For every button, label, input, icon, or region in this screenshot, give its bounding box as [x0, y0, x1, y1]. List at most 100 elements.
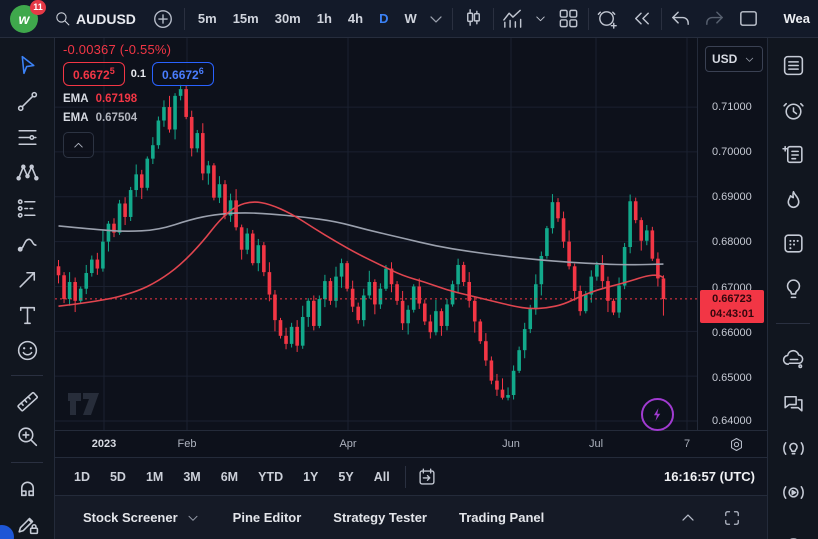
notes-panel-button[interactable]	[779, 142, 807, 167]
chart-settings-button[interactable]	[723, 432, 749, 456]
ema-indicator-row[interactable]: EMA 0.67504	[63, 112, 214, 124]
compare-add-button[interactable]	[148, 4, 178, 34]
price-axis[interactable]: USD 0.66723 04:43:01 0.710000.700000.690…	[697, 38, 767, 430]
timeframe-4h[interactable]: 4h	[341, 7, 370, 30]
indicators-icon	[501, 7, 524, 30]
ask-price: 0.6672	[162, 68, 199, 82]
trend-line-tool[interactable]	[10, 86, 44, 118]
drawing-toolbar	[0, 38, 55, 539]
layout-templates-button[interactable]	[554, 4, 584, 34]
range-3m[interactable]: 3M	[174, 466, 209, 488]
indicators-button[interactable]	[498, 4, 528, 34]
watchlist-panel-button[interactable]	[779, 53, 807, 78]
timeframe-dropdown[interactable]	[426, 4, 446, 34]
calendar-panel-button[interactable]	[779, 231, 807, 256]
price-tick: 0.66000	[712, 327, 752, 339]
bottom-tab-trading-panel[interactable]: Trading Panel	[447, 504, 556, 531]
notification-badge: 11	[30, 0, 46, 15]
streams-panel-button[interactable]	[779, 480, 807, 505]
chart-pane[interactable]: -0.00367 (-0.55%) 0.66725 0.1 0.66726 EM…	[55, 38, 697, 430]
panel-expand-button[interactable]	[673, 503, 703, 533]
bottom-tab-pine-editor[interactable]: Pine Editor	[221, 504, 314, 531]
range-1m[interactable]: 1M	[137, 466, 172, 488]
ema-indicator-row[interactable]: EMA0.67198	[63, 93, 214, 105]
text-icon	[15, 303, 40, 328]
fib-retracement-tool[interactable]	[10, 121, 44, 153]
crosshair-tool[interactable]	[10, 50, 44, 82]
range-1d[interactable]: 1D	[65, 466, 99, 488]
lightning-icon	[648, 405, 667, 424]
minds-panel-button[interactable]	[779, 347, 807, 372]
broadcast-icon	[781, 436, 806, 461]
ask-price-sup: 6	[199, 66, 204, 76]
ema-value: 0.67198	[96, 93, 138, 105]
public-ideas-button[interactable]	[779, 436, 807, 461]
bottom-tab-strategy-tester[interactable]: Strategy Tester	[321, 504, 439, 531]
trend-icon	[15, 89, 40, 114]
timeframe-w[interactable]: W	[397, 7, 423, 30]
buy-ask-button[interactable]: 0.66726	[152, 62, 214, 86]
range-6m[interactable]: 6M	[212, 466, 247, 488]
timeframe-1h[interactable]: 1h	[310, 7, 339, 30]
currency-dropdown[interactable]: USD	[705, 46, 763, 72]
emoji-tool[interactable]	[10, 335, 44, 367]
zoom-in-tool[interactable]	[10, 421, 44, 453]
hotlists-panel-button[interactable]	[779, 187, 807, 212]
fullscreen-button[interactable]	[734, 4, 764, 34]
undo-button[interactable]	[666, 4, 696, 34]
go-to-date-button[interactable]	[412, 463, 442, 491]
range-1y[interactable]: 1Y	[294, 466, 327, 488]
measure-tool[interactable]	[10, 385, 44, 417]
alerts-panel-button[interactable]	[779, 98, 807, 123]
timeframe-5m[interactable]: 5m	[191, 7, 224, 30]
gear-icon	[728, 436, 745, 453]
lock-drawings-tool[interactable]	[10, 507, 44, 539]
bottom-tab-stock-screener[interactable]: Stock Screener	[71, 504, 213, 532]
separator	[11, 375, 43, 376]
price-tick: 0.71000	[712, 101, 752, 113]
range-5y[interactable]: 5Y	[329, 466, 362, 488]
range-all[interactable]: All	[365, 466, 399, 488]
brush-tool[interactable]	[10, 228, 44, 260]
create-alert-button[interactable]	[593, 4, 623, 34]
broker-logo[interactable]: w 11	[8, 3, 42, 35]
time-axis[interactable]: 2023FebAprJunJul7	[55, 430, 767, 457]
range-ytd[interactable]: YTD	[249, 466, 292, 488]
redo-icon	[703, 7, 726, 30]
arrow-tool[interactable]	[10, 264, 44, 296]
range-buttons: 1D5D1M3M6MYTD1Y5YAll	[65, 466, 399, 488]
instant-order-lightning-button[interactable]	[641, 398, 674, 431]
separator	[588, 8, 589, 30]
search-icon	[54, 10, 71, 27]
timeframe-d[interactable]: D	[372, 7, 395, 30]
xabcd-pattern-tool[interactable]	[10, 157, 44, 189]
redo-button[interactable]	[700, 4, 730, 34]
separator	[493, 8, 494, 30]
bulb-icon	[781, 276, 806, 301]
panel-maximize-button[interactable]	[717, 503, 747, 533]
ideas-panel-button[interactable]	[779, 276, 807, 301]
bar-replay-button[interactable]	[627, 4, 657, 34]
chevron-down-icon	[743, 53, 756, 66]
brush-icon	[15, 231, 40, 256]
legend-collapse-button[interactable]	[63, 132, 94, 158]
timeframe-30m[interactable]: 30m	[268, 7, 308, 30]
chat-panel-button[interactable]	[779, 391, 807, 416]
sell-bid-button[interactable]: 0.66725	[63, 62, 125, 86]
chart-type-button[interactable]	[459, 4, 489, 34]
alarm-plus-icon	[596, 7, 619, 30]
text-tool[interactable]	[10, 299, 44, 331]
ema-value: 0.67504	[96, 112, 138, 124]
chevron-up-icon	[678, 508, 698, 528]
symbol-search-button[interactable]: AUDUSD	[48, 6, 142, 31]
magnet-mode-tool[interactable]	[10, 472, 44, 504]
prediction-tool[interactable]	[10, 192, 44, 224]
timeframe-15m[interactable]: 15m	[226, 7, 266, 30]
range-5d[interactable]: 5D	[101, 466, 135, 488]
watchlist-icon	[781, 53, 806, 78]
ema-label: EMA	[63, 112, 89, 124]
stream-icon	[781, 480, 806, 505]
notifications-button[interactable]	[779, 525, 807, 539]
indicators-dropdown[interactable]	[532, 4, 550, 34]
calendar-icon	[781, 231, 806, 256]
